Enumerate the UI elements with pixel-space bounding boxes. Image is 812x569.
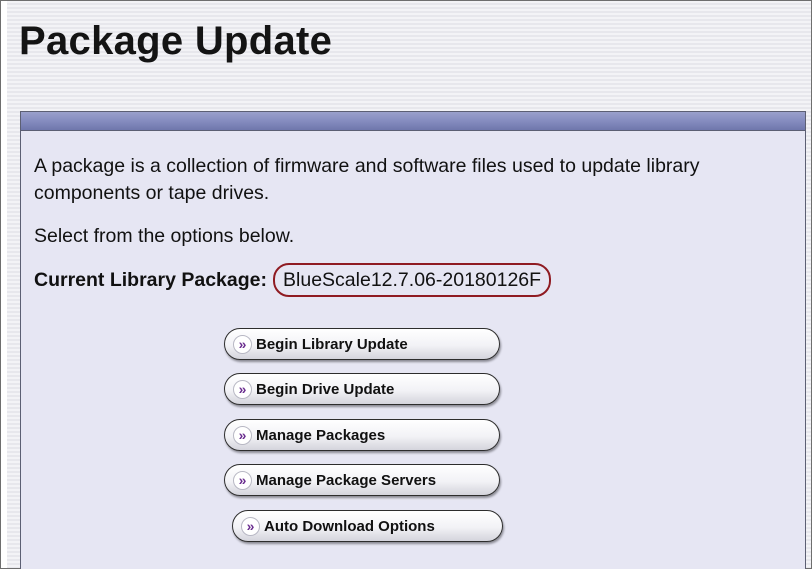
current-package-row: Current Library Package: BlueScale12.7.0… [34,260,552,300]
manage-packages-button[interactable]: » Manage Packages [224,419,500,451]
button-label: Auto Download Options [264,517,435,535]
double-chevron-right-icon: » [233,379,252,399]
begin-drive-update-button[interactable]: » Begin Drive Update [224,373,500,405]
package-panel: A package is a collection of firmware an… [20,111,806,569]
double-chevron-right-icon: » [241,516,260,536]
double-chevron-right-icon: » [233,470,252,490]
button-label: Begin Drive Update [256,380,395,398]
begin-library-update-button[interactable]: » Begin Library Update [224,328,500,360]
package-description: A package is a collection of firmware an… [34,155,700,204]
manage-package-servers-button[interactable]: » Manage Package Servers [224,464,500,496]
page-title: Package Update [19,19,333,63]
button-label: Manage Packages [256,426,386,444]
auto-download-options-button[interactable]: » Auto Download Options [232,510,503,542]
current-package-value: BlueScale12.7.06-20180126F [273,263,552,297]
window-frame: Package Update A package is a collection… [0,0,812,569]
current-package-label: Current Library Package: [34,268,268,291]
double-chevron-right-icon: » [233,334,252,354]
double-chevron-right-icon: » [233,425,252,445]
button-label: Begin Library Update [256,335,408,353]
panel-header-bar [21,111,805,131]
button-label: Manage Package Servers [256,471,437,489]
select-prompt: Select from the options below. [34,225,295,247]
